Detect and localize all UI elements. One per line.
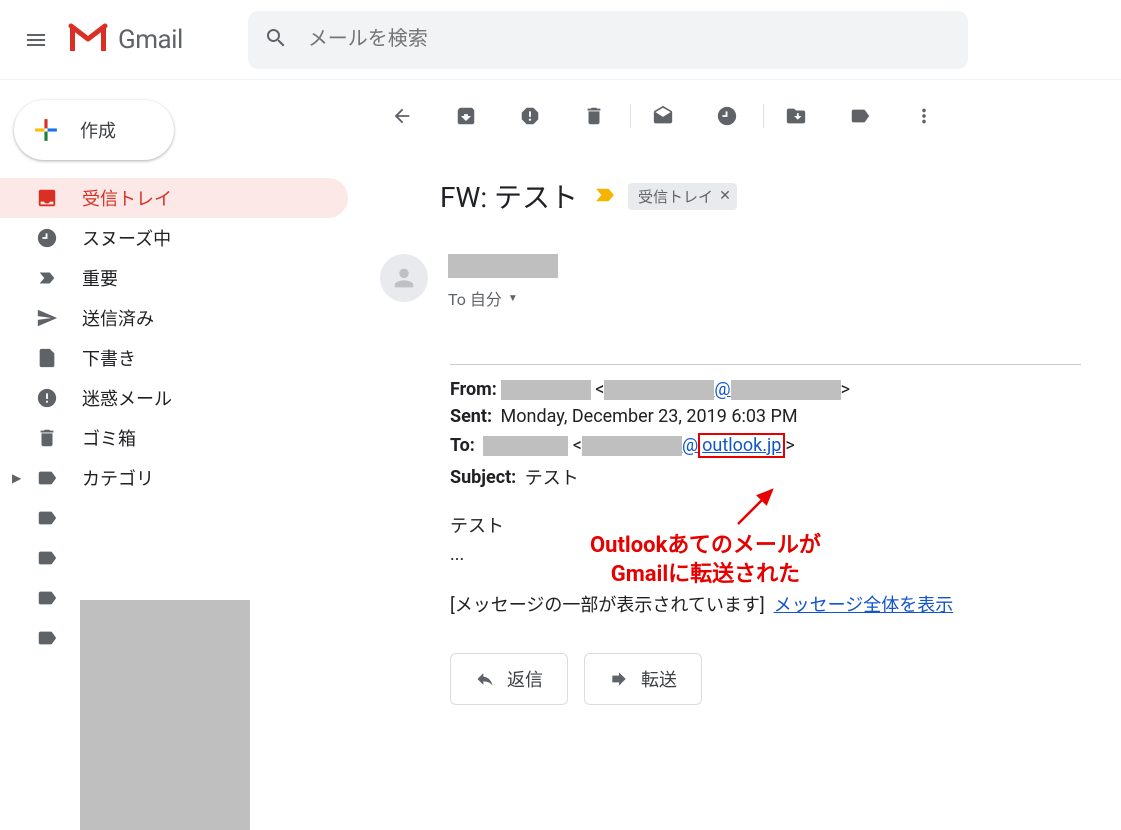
sidebar-item-label: カテゴリ [82, 465, 154, 491]
sidebar-item-drafts[interactable]: 下書き [0, 338, 348, 378]
label-icon [36, 507, 58, 529]
label-icon [36, 467, 58, 489]
move-to-button[interactable] [776, 96, 816, 136]
label-icon [36, 587, 58, 609]
sidebar-item-sent[interactable]: 送信済み [0, 298, 348, 338]
subject-row: FW: テスト 受信トレイ ✕ [360, 176, 1121, 216]
separator [763, 104, 764, 128]
forward-icon [609, 669, 629, 689]
content: FW: テスト 受信トレイ ✕ To 自分 ▼ [360, 80, 1121, 826]
menu-icon[interactable] [12, 16, 60, 64]
delete-button[interactable] [574, 96, 614, 136]
labels-button[interactable] [840, 96, 880, 136]
sidebar-item-label: ゴミ箱 [82, 425, 136, 451]
sent-line: Sent: Monday, December 23, 2019 6:03 PM [450, 406, 1081, 427]
annotation-text: Outlookあてのメールが Gmailに転送された [590, 532, 821, 589]
actions-row: 返信 転送 [450, 653, 1081, 705]
search-icon [264, 26, 288, 54]
annotation-arrow [730, 482, 780, 532]
clock-icon [36, 227, 58, 249]
sidebar-item-inbox[interactable]: 受信トレイ [0, 178, 348, 218]
reply-icon [475, 669, 495, 689]
inbox-icon [36, 187, 58, 209]
report-spam-button[interactable] [510, 96, 550, 136]
compose-label: 作成 [80, 117, 116, 143]
sidebar-item-label: 迷惑メール [82, 385, 172, 411]
header: Gmail [0, 0, 1121, 80]
label-icon [36, 547, 58, 569]
label-chip-text: 受信トレイ [638, 186, 713, 207]
send-icon [36, 307, 58, 329]
mark-unread-button[interactable] [643, 96, 683, 136]
sender-info: To 自分 ▼ [448, 254, 558, 310]
redacted-block [80, 600, 250, 830]
important-icon [36, 267, 58, 289]
main: 作成 受信トレイ スヌーズ中 重要 送信済み 下書き 迷惑メール ゴミ箱 [0, 80, 1121, 826]
archive-button[interactable] [446, 96, 486, 136]
divider [450, 364, 1081, 365]
close-icon[interactable]: ✕ [719, 188, 731, 204]
sidebar-item-label: 重要 [82, 265, 118, 291]
sidebar-label-1[interactable] [0, 498, 360, 538]
show-full-message-link[interactable]: メッセージ全体を表示 [774, 595, 954, 616]
avatar[interactable] [380, 254, 428, 302]
reply-button[interactable]: 返信 [450, 653, 568, 705]
sidebar-item-label: 送信済み [82, 305, 154, 331]
sidebar-item-categories[interactable]: ▶ カテゴリ [0, 458, 360, 498]
spam-icon [36, 387, 58, 409]
sidebar-item-label: 受信トレイ [82, 185, 172, 211]
important-marker-icon[interactable] [594, 184, 616, 208]
sidebar-label-2[interactable] [0, 538, 360, 578]
forward-button[interactable]: 転送 [584, 653, 702, 705]
snooze-button[interactable] [707, 96, 747, 136]
separator [630, 104, 631, 128]
sidebar-item-important[interactable]: 重要 [0, 258, 348, 298]
search-box[interactable] [248, 11, 968, 69]
compose-button[interactable]: 作成 [14, 100, 174, 160]
partial-message-row: [メッセージの一部が表示されています] メッセージ全体を表示 [450, 591, 1081, 617]
toolbar [360, 96, 1121, 152]
sidebar-item-label: 下書き [82, 345, 136, 371]
app-name: Gmail [118, 25, 183, 55]
to-body-line: To: <@outlook.jp> [450, 433, 1081, 458]
trash-icon [36, 427, 58, 449]
to-line[interactable]: To 自分 ▼ [448, 286, 558, 310]
chevron-right-icon: ▶ [12, 471, 22, 485]
email-body: From: <@> Sent: Monday, December 23, 201… [450, 364, 1121, 705]
sender-row: To 自分 ▼ [360, 254, 1121, 310]
gmail-m-icon [68, 23, 108, 57]
sidebar-item-spam[interactable]: 迷惑メール [0, 378, 348, 418]
outlook-domain-highlighted: outlook.jp [698, 433, 785, 458]
plus-icon [32, 116, 60, 144]
sidebar-item-label: スヌーズ中 [82, 225, 171, 251]
search-input[interactable] [308, 28, 952, 51]
back-button[interactable] [382, 96, 422, 136]
sidebar-item-trash[interactable]: ゴミ箱 [0, 418, 348, 458]
from-line: From: <@> [450, 379, 1081, 400]
draft-icon [36, 347, 58, 369]
more-button[interactable] [904, 96, 944, 136]
label-icon [36, 627, 58, 649]
redacted-sender [448, 254, 558, 278]
gmail-logo[interactable]: Gmail [68, 23, 183, 57]
sidebar-item-snoozed[interactable]: スヌーズ中 [0, 218, 348, 258]
chevron-down-icon: ▼ [508, 293, 518, 304]
email-subject: FW: テスト [440, 176, 578, 216]
label-chip[interactable]: 受信トレイ ✕ [628, 183, 737, 210]
sidebar: 作成 受信トレイ スヌーズ中 重要 送信済み 下書き 迷惑メール ゴミ箱 [0, 80, 360, 826]
